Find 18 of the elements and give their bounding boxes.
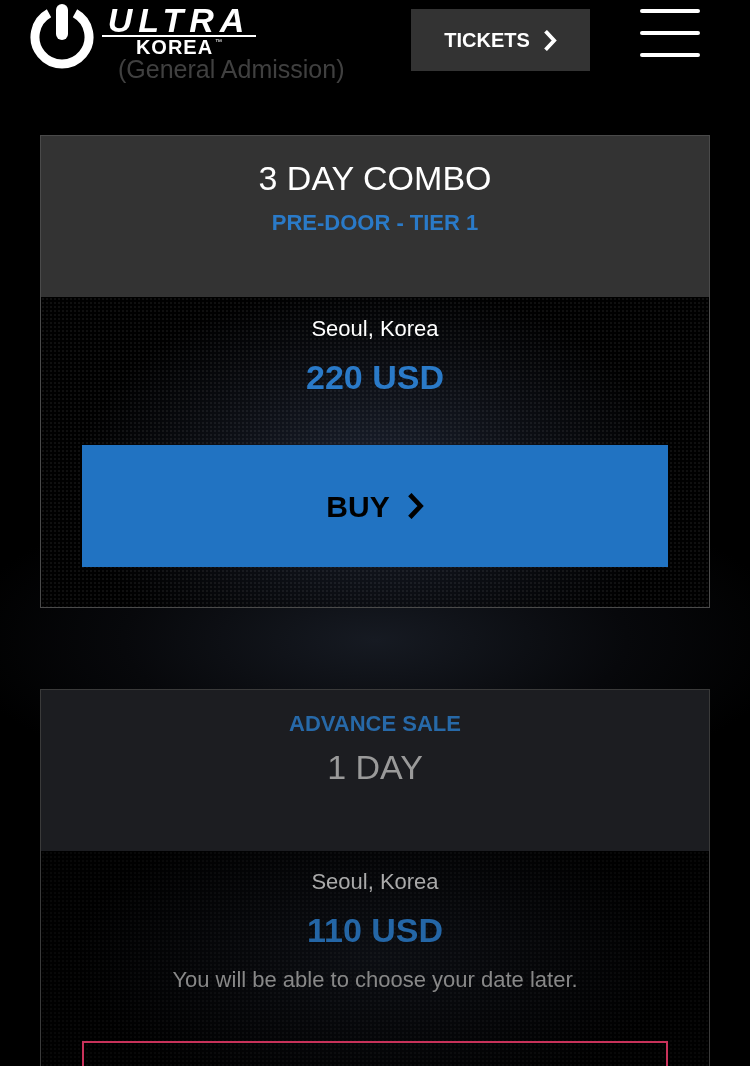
tickets-button[interactable]: TICKETS xyxy=(411,9,590,71)
price-level-label: PRE-DOOR - TIER 1 xyxy=(271,210,479,236)
logo-subtitle: KOREA xyxy=(135,38,214,57)
menu-icon[interactable] xyxy=(640,9,700,57)
chevron-right-icon xyxy=(543,29,557,51)
ticket-location: Seoul, Korea xyxy=(311,316,439,342)
price-level-label: ADVANCE SALE xyxy=(289,711,461,737)
chevron-right-icon xyxy=(407,493,424,519)
logo-wordmark: ULTRA xyxy=(107,7,251,33)
section-title: (General Admission) xyxy=(118,54,345,85)
ticket-note: You will be able to choose your date later. xyxy=(172,967,578,993)
ticket-location: Seoul, Korea xyxy=(311,869,439,895)
ticket-title: 3 DAY COMBO xyxy=(258,158,492,198)
ticket-price: 220 USD xyxy=(306,357,444,397)
buy-button[interactable]: BUY xyxy=(82,445,668,567)
logo-icon xyxy=(30,3,94,69)
ticket-price: 110 USD xyxy=(306,910,444,950)
ticket-title: 1 DAY xyxy=(327,747,423,787)
